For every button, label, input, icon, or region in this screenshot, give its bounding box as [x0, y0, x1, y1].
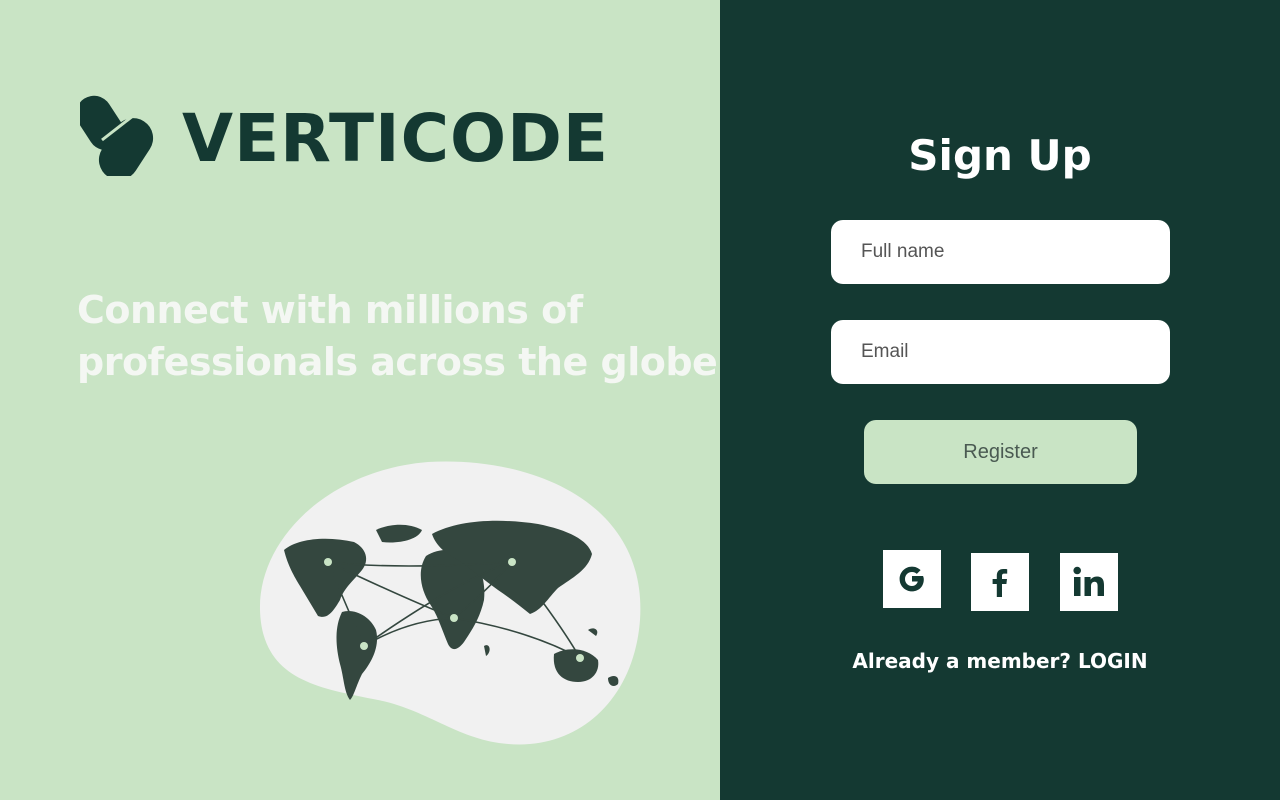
brand-panel: VERTICODE Connect with millions of profe… — [0, 0, 720, 800]
register-button[interactable]: Register — [864, 420, 1137, 484]
signup-title: Sign Up — [908, 131, 1092, 180]
linkedin-icon — [1073, 566, 1104, 596]
hero-line-1: Connect with millions of — [77, 288, 583, 332]
login-link[interactable]: LOGIN — [1078, 649, 1148, 673]
full-name-input[interactable] — [831, 220, 1170, 284]
hero-line-2: professionals across the globe — [77, 340, 718, 384]
facebook-icon — [992, 569, 1008, 597]
brand-name: VERTICODE — [182, 100, 610, 177]
logo-mark-icon — [80, 95, 154, 176]
email-input[interactable] — [831, 320, 1170, 384]
linkedin-signin-button[interactable] — [1060, 553, 1118, 611]
login-prompt: Already a member? LOGIN — [720, 646, 1280, 676]
facebook-signin-button[interactable] — [971, 553, 1029, 611]
hero-tagline: Connect with millions of professionals a… — [77, 284, 718, 388]
google-signin-button[interactable] — [883, 550, 941, 608]
already-member-text: Already a member? — [852, 649, 1078, 673]
world-map-illustration — [259, 461, 641, 745]
google-icon — [899, 566, 924, 592]
signup-panel: Sign Up Register Already a member? LOGIN — [720, 0, 1280, 800]
